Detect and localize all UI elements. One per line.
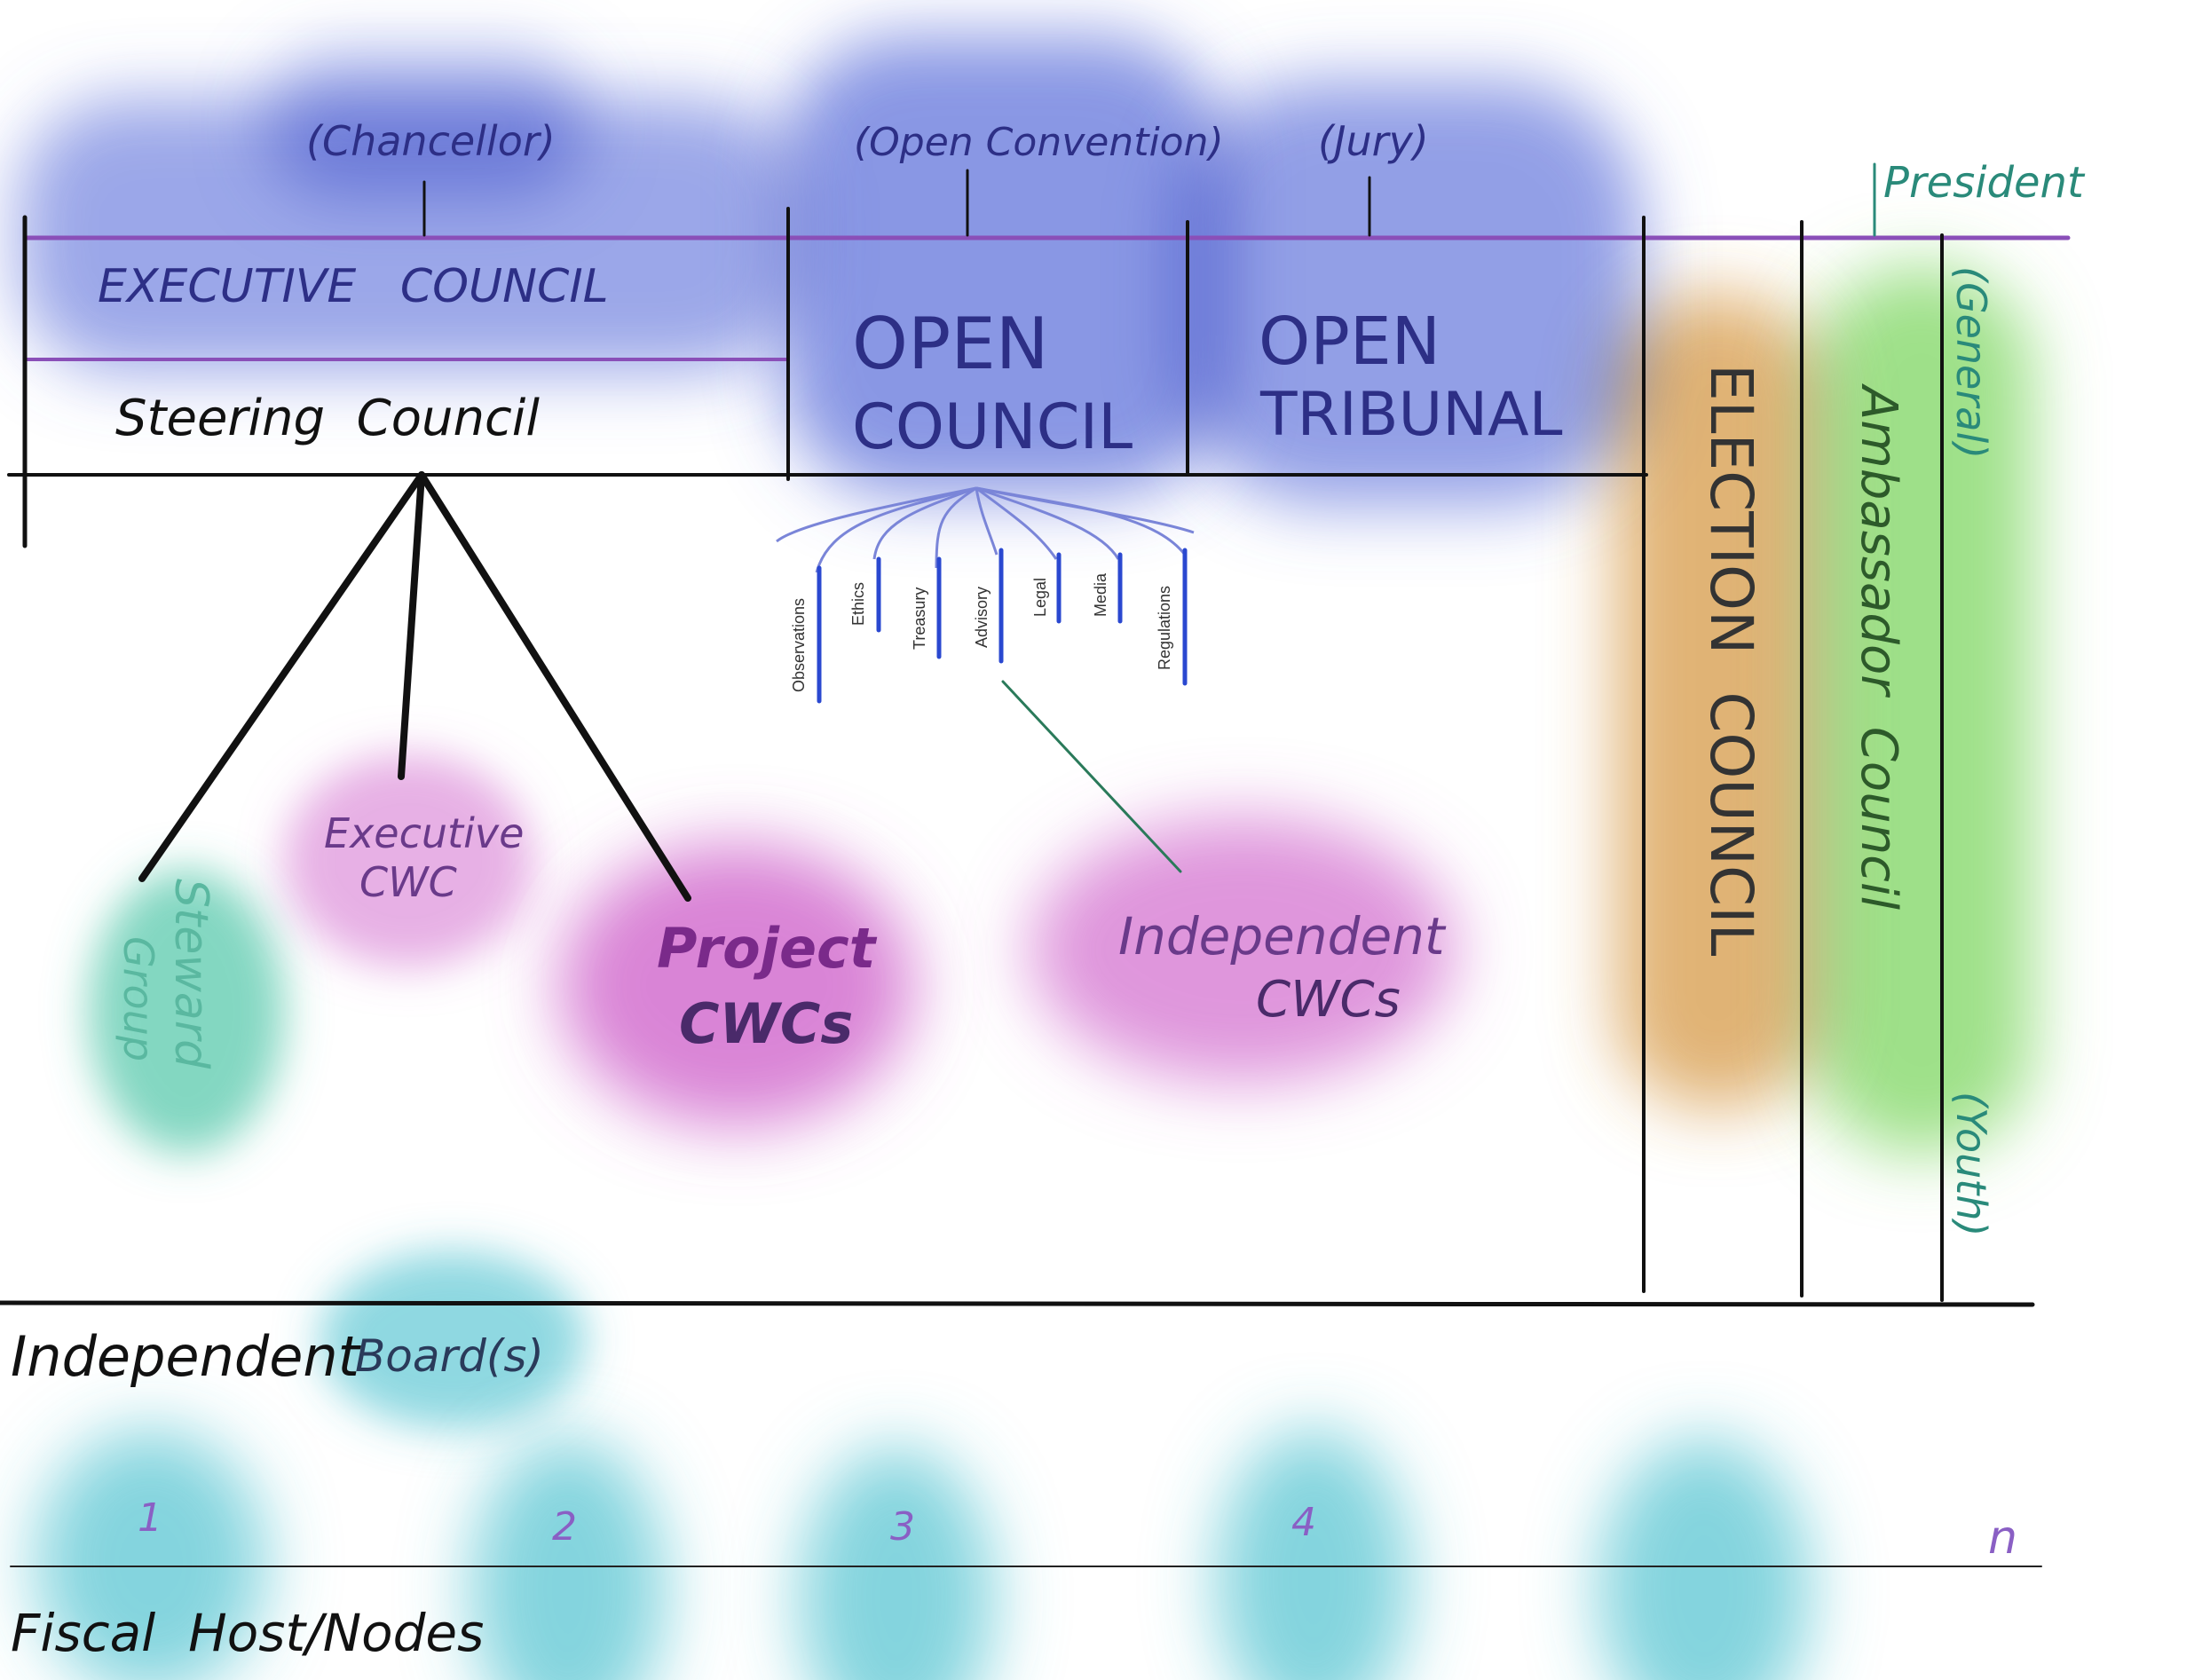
election-council-label: ELECTION COUNCIL	[1697, 364, 1765, 957]
ambassador-council-label: Ambassador Council	[1850, 383, 1907, 911]
cyan-wash-node-4	[1216, 1429, 1411, 1680]
fan-curve-legal	[975, 486, 1058, 560]
committee-label-treasury: Treasury	[911, 588, 928, 650]
open-tribunal-label-line2: TRIBUNAL	[1259, 380, 1563, 450]
independent-cwcs-label-line2: CWCs	[1256, 971, 1401, 1029]
committee-label-ethics: Ethics	[849, 582, 867, 626]
node-number-1: 1	[138, 1495, 162, 1541]
committee-label-advisory: Advisory	[973, 587, 991, 648]
cyan-wash-node-3	[799, 1447, 994, 1680]
steward-group-label-line2: Group	[114, 936, 162, 1061]
branch-to-executive-cwc	[398, 471, 425, 780]
jury-label: (Jury)	[1318, 117, 1429, 165]
green-wash-ambassador	[1811, 266, 2032, 1154]
node-number-n: n	[1988, 1511, 2017, 1565]
cyan-wash-node-5	[1598, 1438, 1811, 1680]
committee-labels: Observations Ethics Treasury Advisory Le…	[790, 572, 1173, 692]
executive-cwc-label-line1: Executive	[324, 809, 524, 857]
committee-label-legal: Legal	[1031, 578, 1049, 617]
committee-label-regulations: Regulations	[1156, 586, 1173, 670]
node-number-2: 2	[552, 1504, 577, 1550]
open-convention-label: (Open Convention)	[854, 120, 1224, 165]
project-cwcs-label-line1: Project	[657, 916, 878, 981]
executive-council-label: EXECUTIVE COUNCIL	[98, 260, 609, 313]
general-label: (General)	[1947, 266, 1995, 459]
independent-cwcs-label-line1: Independent	[1118, 906, 1447, 966]
fan-curve-advisory	[975, 487, 998, 556]
open-council-label-line2: COUNCIL	[852, 390, 1133, 463]
youth-label: (Youth)	[1947, 1092, 1995, 1236]
open-tribunal-label-line1: OPEN	[1259, 304, 1440, 380]
president-label: President	[1883, 158, 2086, 208]
committee-bars	[817, 548, 1188, 704]
fiscal-host-label: Fiscal Host/Nodes	[11, 1603, 484, 1663]
independent-label: Independent	[11, 1324, 362, 1389]
executive-cwc-label-line2: CWC	[359, 858, 457, 906]
committees-to-independent-line	[1001, 680, 1182, 873]
project-cwcs-label-line2: CWCs	[679, 991, 853, 1056]
chancellor-label: (Chancellor)	[306, 117, 556, 165]
main-base-line	[0, 1300, 2035, 1307]
cyan-wash-node-2	[470, 1438, 666, 1680]
committee-label-media: Media	[1092, 572, 1109, 617]
governance-diagram: Observations Ethics Treasury Advisory Le…	[0, 35, 2086, 1680]
open-council-label-line1: OPEN	[852, 303, 1049, 385]
node-number-4: 4	[1291, 1500, 1316, 1545]
steering-council-label: Steering Council	[115, 390, 540, 447]
steward-group-label-line1: Steward	[164, 879, 217, 1069]
node-number-3: 3	[890, 1504, 915, 1550]
committee-label-observations: Observations	[790, 598, 808, 692]
magenta-wash-project-cwcs	[559, 843, 914, 1127]
committee-fan	[776, 486, 1195, 573]
boards-label: Board(s)	[355, 1330, 544, 1382]
fan-curve-observations	[815, 486, 977, 573]
